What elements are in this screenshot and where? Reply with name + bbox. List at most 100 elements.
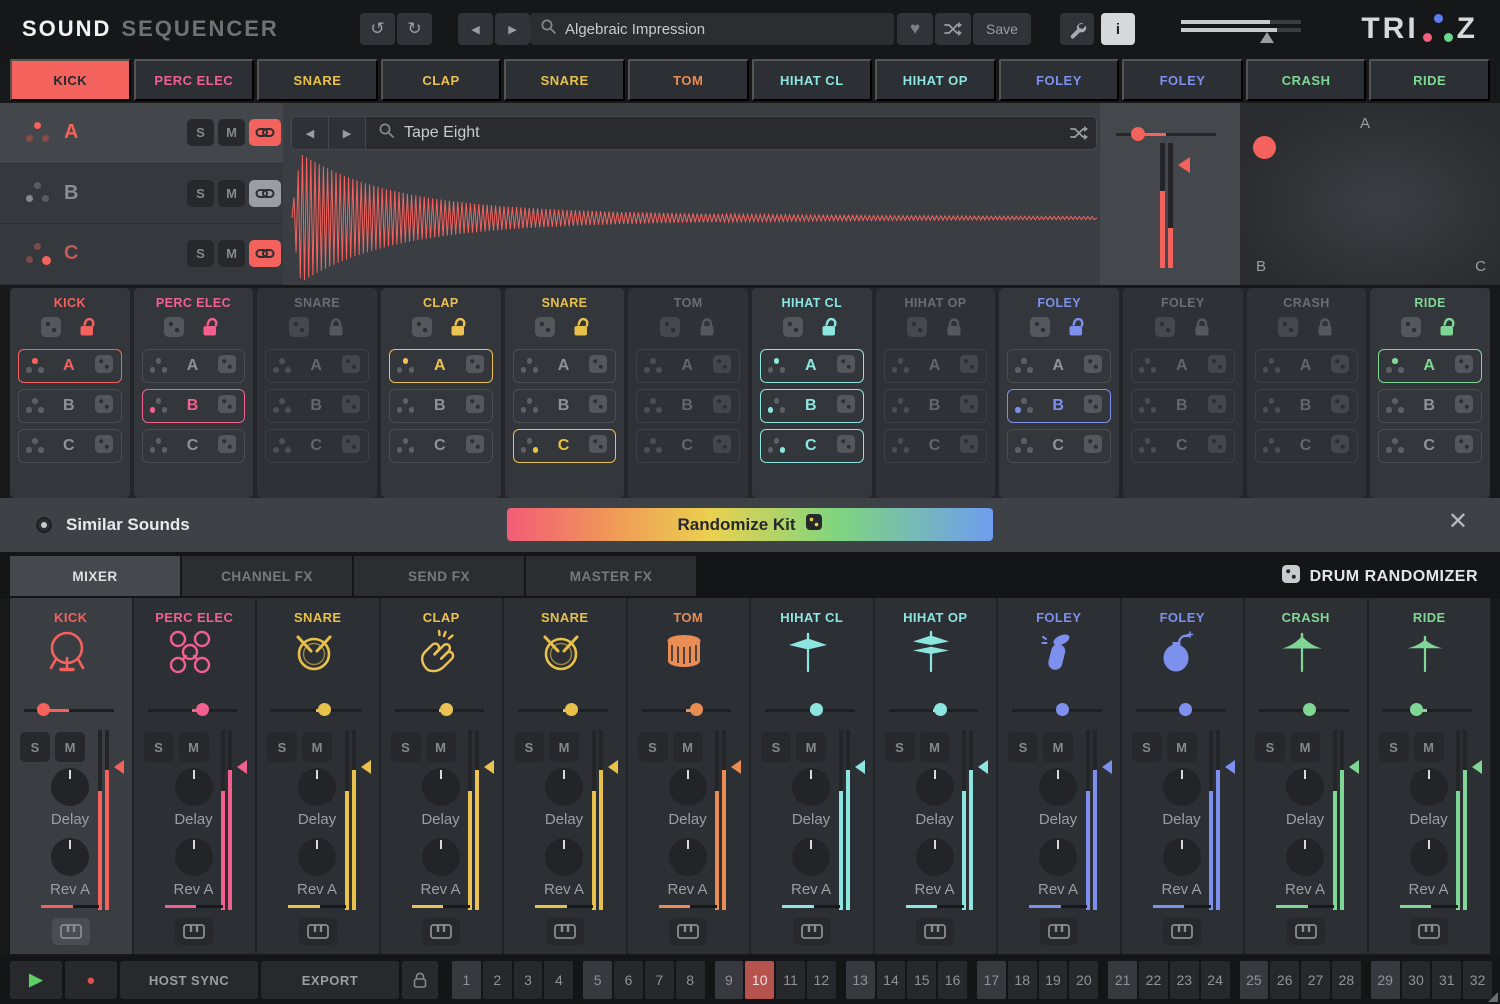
lock-icon[interactable] [449, 317, 471, 342]
track-tab-foley[interactable]: FOLEY [999, 59, 1120, 101]
delay-knob[interactable] [1163, 768, 1201, 806]
dice-icon[interactable] [1400, 316, 1422, 343]
sample-volume-slider[interactable] [1116, 127, 1216, 141]
slot-foley-b[interactable]: B [1131, 389, 1235, 423]
dice-icon[interactable] [341, 354, 361, 379]
slot-snare-c[interactable]: C [265, 429, 369, 463]
lock-icon[interactable] [944, 317, 964, 342]
step-10[interactable]: 10 [745, 961, 774, 999]
step-26[interactable]: 26 [1270, 961, 1299, 999]
mixer-tab-master-fx[interactable]: MASTER FX [526, 556, 696, 596]
slot-crash-c[interactable]: C [1255, 429, 1359, 463]
dice-icon[interactable] [94, 434, 114, 459]
shuffle-preset-icon[interactable] [935, 13, 971, 45]
slot-clap-a[interactable]: A [389, 349, 493, 383]
dice-icon[interactable] [782, 316, 804, 343]
channel-volume-slider[interactable] [24, 703, 114, 717]
dice-icon[interactable] [1029, 316, 1051, 343]
master-volume-slider[interactable] [1181, 18, 1301, 42]
track-tab-snare[interactable]: SNARE [257, 59, 378, 101]
step-8[interactable]: 8 [676, 961, 705, 999]
channel-mute-button[interactable]: M [673, 732, 703, 762]
dice-icon[interactable] [288, 316, 310, 343]
keyboard-icon[interactable] [422, 918, 460, 945]
dice-icon[interactable] [659, 316, 681, 343]
dice-icon[interactable] [1330, 354, 1350, 379]
next-sample-button[interactable]: ▶ [329, 117, 366, 149]
prev-preset-button[interactable]: ◀ [458, 13, 493, 45]
slot-hihat-op-b[interactable]: B [884, 389, 988, 423]
step-19[interactable]: 19 [1039, 961, 1068, 999]
keyboard-icon[interactable] [299, 918, 337, 945]
channel-volume-slider[interactable] [395, 703, 485, 717]
dice-icon[interactable] [1454, 354, 1474, 379]
settings-wrench-icon[interactable] [1060, 13, 1094, 45]
delay-knob[interactable] [669, 768, 707, 806]
slot-hihat-cl-b[interactable]: B [760, 389, 864, 423]
slot-hihat-op-a[interactable]: A [884, 349, 988, 383]
step-13[interactable]: 13 [846, 961, 875, 999]
channel-volume-knob[interactable] [196, 703, 209, 716]
dice-icon[interactable] [94, 394, 114, 419]
channel-volume-slider[interactable] [148, 703, 238, 717]
keyboard-icon[interactable] [175, 918, 213, 945]
slot-foley-a[interactable]: A [1131, 349, 1235, 383]
master-volume-handle[interactable] [1260, 32, 1274, 43]
record-button[interactable]: ● [65, 961, 117, 999]
dice-icon[interactable] [836, 354, 856, 379]
close-icon[interactable]: ✕ [1448, 510, 1468, 534]
layer-link-icon[interactable] [249, 119, 281, 146]
channel-solo-button[interactable]: S [391, 732, 421, 762]
channel-mute-button[interactable]: M [179, 732, 209, 762]
dice-icon[interactable] [712, 394, 732, 419]
dice-icon[interactable] [1083, 434, 1103, 459]
step-6[interactable]: 6 [614, 961, 643, 999]
channel-volume-knob[interactable] [1303, 703, 1316, 716]
layer-mute-button[interactable]: M [218, 240, 245, 267]
layer-blend-xy-pad[interactable]: A B C [1240, 103, 1500, 285]
dice-icon[interactable] [40, 316, 62, 343]
delay-knob[interactable] [1410, 768, 1448, 806]
step-5[interactable]: 5 [583, 961, 612, 999]
channel-volume-knob[interactable] [810, 703, 823, 716]
meter-peak-handle[interactable] [1178, 157, 1190, 173]
step-28[interactable]: 28 [1332, 961, 1361, 999]
reverb-knob[interactable] [545, 838, 583, 876]
dice-icon[interactable] [1207, 394, 1227, 419]
track-tab-ride[interactable]: RIDE [1369, 59, 1490, 101]
channel-solo-button[interactable]: S [20, 732, 50, 762]
keyboard-icon[interactable] [669, 918, 707, 945]
keyboard-icon[interactable] [916, 918, 954, 945]
dice-icon[interactable] [411, 316, 433, 343]
mixer-tab-mixer[interactable]: MIXER [10, 556, 180, 596]
layer-mute-button[interactable]: M [218, 119, 245, 146]
step-17[interactable]: 17 [977, 961, 1006, 999]
dice-icon[interactable] [959, 354, 979, 379]
dice-icon[interactable] [341, 394, 361, 419]
dice-icon[interactable] [217, 394, 237, 419]
channel-volume-slider[interactable] [765, 703, 855, 717]
keyboard-icon[interactable] [793, 918, 831, 945]
track-tab-foley[interactable]: FOLEY [1122, 59, 1243, 101]
lock-icon[interactable] [326, 317, 346, 342]
slot-hihat-cl-a[interactable]: A [760, 349, 864, 383]
slot-perc-elec-c[interactable]: C [142, 429, 246, 463]
step-11[interactable]: 11 [776, 961, 805, 999]
channel-volume-knob[interactable] [565, 703, 578, 716]
dice-icon[interactable] [588, 354, 608, 379]
step-27[interactable]: 27 [1301, 961, 1330, 999]
reverb-knob[interactable] [792, 838, 830, 876]
dice-icon[interactable] [712, 354, 732, 379]
keyboard-icon[interactable] [1163, 918, 1201, 945]
lock-icon[interactable] [572, 317, 594, 342]
slot-crash-b[interactable]: B [1255, 389, 1359, 423]
dice-icon[interactable] [217, 354, 237, 379]
dice-icon[interactable] [712, 434, 732, 459]
layer-row-a[interactable]: A S M [0, 103, 283, 164]
channel-volume-knob[interactable] [318, 703, 331, 716]
preset-search[interactable] [530, 13, 894, 45]
step-29[interactable]: 29 [1371, 961, 1400, 999]
slot-kick-a[interactable]: A [18, 349, 122, 383]
channel-solo-button[interactable]: S [1132, 732, 1162, 762]
step-1[interactable]: 1 [452, 961, 481, 999]
